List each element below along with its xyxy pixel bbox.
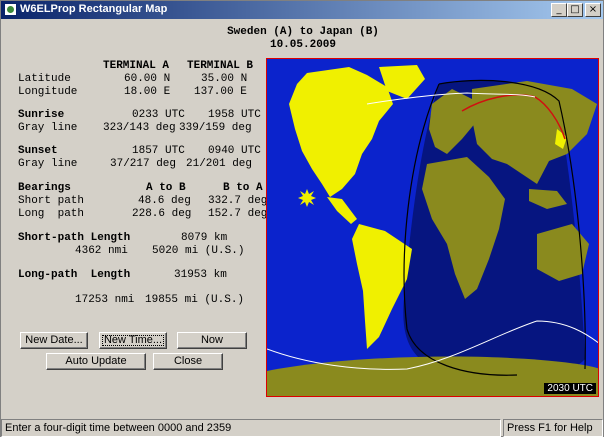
map-time-label: 2030 UTC	[544, 383, 596, 394]
short-length-label: Short-path Length	[18, 232, 131, 244]
status-help: Press F1 for Help	[503, 419, 603, 437]
col-header-a: TERMINAL A	[103, 60, 170, 72]
short-path-a: 48.6 deg	[138, 195, 191, 207]
bearings-label: Bearings	[18, 182, 71, 194]
longitude-label: Longitude	[18, 86, 78, 98]
long-length-label: Long-path Length	[18, 269, 131, 281]
title-bar[interactable]: W6ELProp Rectangular Map _ □ ×	[1, 1, 603, 19]
sunset-a: 1857 UTC	[132, 145, 185, 157]
now-button[interactable]: Now	[177, 332, 247, 349]
grayline-rise-label: Gray line	[18, 122, 78, 134]
long-path-b: 152.7 deg	[208, 208, 268, 220]
status-hint: Enter a four-digit time between 0000 and…	[1, 419, 501, 437]
latitude-b: 35.00 N	[201, 73, 248, 85]
app-icon	[4, 3, 17, 16]
bearings-a: A to B	[146, 182, 186, 194]
grayline-set-label: Gray line	[18, 158, 78, 170]
short-length-nmi: 4362 nmi	[75, 245, 128, 257]
minimize-button[interactable]: _	[551, 3, 567, 17]
app-window: W6ELProp Rectangular Map _ □ × Sweden (A…	[0, 0, 604, 437]
short-length-km: 8079 km	[181, 232, 228, 244]
long-path-label: Long path	[18, 208, 85, 220]
short-path-label: Short path	[18, 195, 85, 207]
close-icon: ×	[588, 4, 598, 15]
path-date: 10.05.2009	[269, 39, 336, 51]
path-title: Sweden (A) to Japan (B)	[227, 26, 379, 38]
new-time-button[interactable]: New Time...	[99, 332, 167, 349]
auto-update-button[interactable]: Auto Update	[46, 353, 146, 370]
close-button[interactable]: Close	[153, 353, 223, 370]
maximize-icon: □	[570, 4, 580, 15]
sunset-label: Sunset	[18, 145, 58, 157]
col-header-b: TERMINAL B	[187, 60, 254, 72]
minimize-icon: _	[556, 4, 562, 15]
long-path-a: 228.6 deg	[132, 208, 192, 220]
long-length-mi: 19855 mi (U.S.)	[145, 294, 245, 306]
long-length-nmi: 17253 nmi	[75, 294, 135, 306]
world-map[interactable]: 2030 UTC	[266, 58, 599, 397]
window-title: W6ELProp Rectangular Map	[20, 3, 168, 15]
short-length-mi: 5020 mi (U.S.)	[152, 245, 245, 257]
bearings-b: B to A	[223, 182, 263, 194]
latitude-label: Latitude	[18, 73, 71, 85]
sunrise-a: 0233 UTC	[132, 109, 185, 121]
sun-icon	[298, 189, 316, 207]
longitude-a: 18.00 E	[124, 86, 171, 98]
short-path-b: 332.7 deg	[208, 195, 268, 207]
sunrise-label: Sunrise	[18, 109, 65, 121]
close-window-button[interactable]: ×	[585, 3, 601, 17]
long-length-km: 31953 km	[174, 269, 227, 281]
maximize-button[interactable]: □	[567, 3, 583, 17]
status-bar: Enter a four-digit time between 0000 and…	[1, 419, 603, 437]
grayline-set-a: 37/217 deg	[110, 158, 177, 170]
new-date-button[interactable]: New Date...	[20, 332, 88, 349]
grayline-set-b: 21/201 deg	[186, 158, 253, 170]
map-canvas	[267, 59, 598, 396]
grayline-rise-a: 323/143 deg	[103, 122, 176, 134]
longitude-b: 137.00 E	[194, 86, 247, 98]
grayline-rise-b: 339/159 deg	[179, 122, 252, 134]
sunset-b: 0940 UTC	[208, 145, 261, 157]
sunrise-b: 1958 UTC	[208, 109, 261, 121]
latitude-a: 60.00 N	[124, 73, 171, 85]
